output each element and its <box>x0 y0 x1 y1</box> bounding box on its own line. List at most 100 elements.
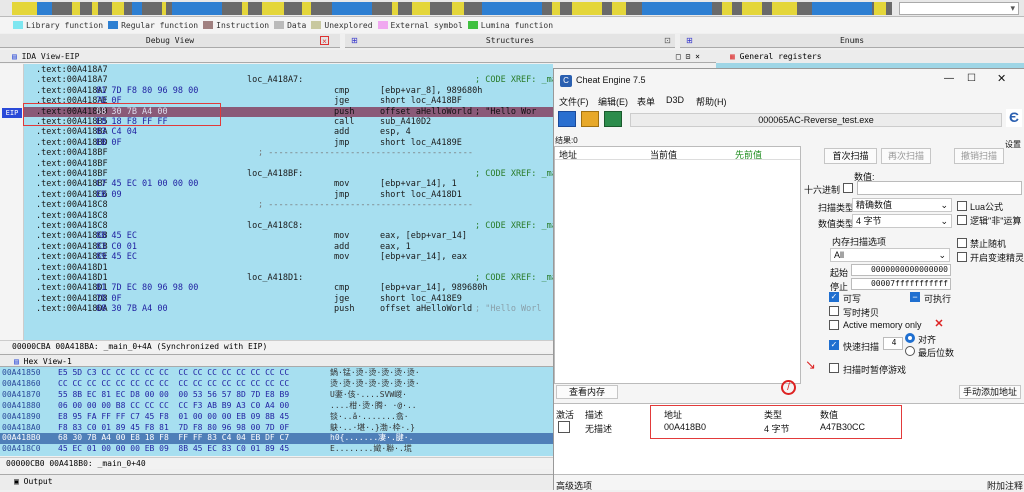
hex-dump[interactable]: 00A41850 E5 5D C3 CC CC CC CC CC CC CC CC… <box>0 367 553 456</box>
executable-checkbox[interactable]: − <box>910 292 920 302</box>
arrow-icon: ↘ <box>805 357 816 372</box>
asm-row[interactable]: .text:00A418C6 EB 09 jmp short loc_A418D1 <box>0 190 553 200</box>
tab-debug-view[interactable]: Debug View × <box>0 34 340 48</box>
asm-row[interactable]: .text:00A418BF <box>0 159 553 169</box>
asm-row[interactable]: .text:00A418BF ; ------------------------… <box>0 148 553 158</box>
hex-row[interactable]: 00A41890 E8 95 FA FF FF C7 45 F8 01 00 00… <box>0 412 553 423</box>
menu-edit[interactable]: 编辑(E) <box>598 95 628 108</box>
hex-row[interactable]: 00A418A0 F8 83 C0 01 89 45 F8 81 7D F8 80… <box>0 423 553 434</box>
select-process-icon[interactable] <box>558 111 576 127</box>
asm-row[interactable]: .text:00A418C8 loc_A418C8: ; CODE XREF: _m… <box>0 221 553 231</box>
value-input[interactable] <box>857 181 1022 195</box>
close-icon[interactable]: ⊡ <box>663 36 672 45</box>
tab-structures[interactable]: ⊞ Structures ⊡ <box>345 34 675 48</box>
asm-row[interactable]: .text:00A418D8 7D 0F jge short loc_A418E9 <box>0 294 553 304</box>
menu-table[interactable]: 表单 <box>637 95 655 108</box>
hex-row[interactable]: 00A418C0 45 EC 01 00 00 00 EB 09 8B 45 EC… <box>0 444 553 455</box>
asm-row[interactable]: .text:00A418A7 loc_A418A7: ; CODE XREF: _m… <box>0 75 553 85</box>
undo-scan-button[interactable]: 撤销扫描 <box>954 148 1004 164</box>
cheat-engine-logo-icon[interactable]: Є <box>1006 109 1022 127</box>
last-digits-radio[interactable] <box>905 346 915 356</box>
close-icon[interactable]: × <box>320 36 329 46</box>
fast-scan-input[interactable]: 4 <box>883 337 903 350</box>
writable-checkbox[interactable]: ✓ <box>829 292 839 302</box>
active-memory-checkbox[interactable] <box>829 320 839 330</box>
close-button[interactable]: ✕ <box>997 72 1006 85</box>
hex-row[interactable]: 00A418B0 68 30 7B A4 00 E8 18 F8 FF FF 83… <box>0 433 553 445</box>
asm-row[interactable]: .text:00A418DA 68 30 7B A4 00 push offset a… <box>0 304 553 314</box>
hex-row[interactable]: 00A41870 55 8B EC 81 EC D8 00 00 00 53 56… <box>0 390 553 401</box>
speedhack-checkbox[interactable] <box>957 252 967 262</box>
copy-on-write-checkbox[interactable] <box>829 306 839 316</box>
asm-operands: [ebp+var_14], 989680h <box>380 283 488 294</box>
advanced-options[interactable]: 高级选项 <box>556 479 592 492</box>
col-description[interactable]: 描述 <box>585 408 603 421</box>
not-operator-checkbox[interactable] <box>957 215 967 225</box>
results-list[interactable]: 地址 当前值 先前值 <box>554 146 801 384</box>
output-title[interactable]: ▣ Output <box>0 474 553 490</box>
asm-row[interactable]: .text:00A418BD EB 0F jmp short loc_A4189E <box>0 138 553 148</box>
asm-operands: offset aHelloWorld <box>380 304 473 315</box>
hex-row[interactable]: 00A41880 06 00 00 00 B8 CC CC CC CC F3 AB… <box>0 401 553 412</box>
stop-icon[interactable]: / <box>781 380 796 395</box>
row-active-checkbox[interactable] <box>558 421 570 433</box>
asm-row[interactable]: .text:00A418BF loc_A418BF: ; CODE XREF: _m… <box>0 169 553 179</box>
navigation-strip[interactable] <box>12 2 892 15</box>
nav-segment <box>12 2 37 15</box>
asm-row[interactable]: .text:00A418C8 ; ------------------------… <box>0 200 553 210</box>
window-controls-icon[interactable]: □ ⊡ × <box>676 50 700 63</box>
asm-row[interactable]: .text:00A418D1 81 7D EC 80 96 98 00 cmp [eb… <box>0 283 553 293</box>
lua-formula-checkbox[interactable] <box>957 201 967 211</box>
asm-row[interactable]: .text:00A418D1 loc_A418D1: ; CODE XREF: _m… <box>0 273 553 283</box>
col-active[interactable]: 激活 <box>556 408 574 421</box>
navigation-dropdown[interactable]: ▾ <box>899 2 1019 15</box>
settings-label[interactable]: 设置 <box>1005 139 1021 150</box>
nav-segment <box>452 2 464 15</box>
minimize-button[interactable]: — <box>944 73 954 84</box>
row-description[interactable]: 无描述 <box>585 422 612 435</box>
menu-help[interactable]: 帮助(H) <box>696 95 727 108</box>
view-memory-button[interactable]: 查看内存 <box>556 385 618 399</box>
disable-random-checkbox[interactable] <box>957 238 967 248</box>
tab-enums[interactable]: ⊞ Enums <box>680 34 1024 48</box>
asm-row[interactable]: .text:00A418CE 89 45 EC mov [ebp+var_14], e… <box>0 252 553 262</box>
asm-row[interactable]: .text:00A418A7 81 7D F8 80 96 98 00 cmp [eb… <box>0 86 553 96</box>
asm-row[interactable]: .text:00A418A7 <box>0 65 553 75</box>
pause-scan-checkbox[interactable] <box>829 363 839 373</box>
eip-marker: EIP <box>2 108 22 118</box>
menu-file[interactable]: 文件(F) <box>559 95 589 108</box>
asm-row[interactable]: .text:00A418C8 8B 45 EC mov eax, [ebp+var_1… <box>0 231 553 241</box>
asm-row[interactable]: .text:00A418C8 <box>0 211 553 221</box>
table-extras[interactable]: 附加注释 <box>987 479 1023 492</box>
hex-row[interactable]: 00A41860 CC CC CC CC CC CC CC CC CC CC CC… <box>0 379 553 390</box>
memory-region-select[interactable]: All ⌄ <box>830 248 950 262</box>
asm-mnemonic: mov <box>334 252 350 263</box>
value-type-select[interactable]: 4 字节 ⌄ <box>852 214 952 228</box>
asm-mnemonic: add <box>334 241 350 252</box>
asm-label: loc_A418D1: <box>247 273 304 283</box>
menu-d3d[interactable]: D3D <box>666 95 684 105</box>
maximize-button[interactable]: ☐ <box>967 73 976 84</box>
fast-scan-checkbox[interactable]: ✓ <box>829 340 839 350</box>
close-icon[interactable]: ✕ <box>933 318 945 330</box>
asm-row[interactable]: .text:00A418BA 83 C4 04 add esp, 4 <box>0 127 553 137</box>
asm-row[interactable]: .text:00A418CB 83 C0 01 add eax, 1 <box>0 242 553 252</box>
hex-row[interactable]: 00A41850 E5 5D C3 CC CC CC CC CC CC CC CC… <box>0 368 553 379</box>
legend-swatch <box>108 21 119 29</box>
asm-row[interactable]: .text:00A418BF C7 45 EC 01 00 00 00 mov [eb… <box>0 179 553 189</box>
add-address-button[interactable]: 手动添加地址 <box>959 385 1021 399</box>
save-icon[interactable] <box>604 111 622 127</box>
scan-type-select[interactable]: 精确数值 ⌄ <box>852 198 952 212</box>
next-scan-button[interactable]: 再次扫描 <box>881 148 931 164</box>
hex-ascii: 烫·烫·烫·烫·烫·烫·烫· <box>330 378 420 388</box>
start-address-input[interactable]: 0000000000000000 <box>851 264 951 276</box>
hex-checkbox[interactable] <box>843 183 853 193</box>
stop-address-input[interactable]: 00007fffffffffff <box>851 278 951 290</box>
output-title-text: Output <box>23 477 53 486</box>
align-radio[interactable] <box>905 333 915 343</box>
asm-row[interactable]: .text:00A418D1 <box>0 263 553 273</box>
first-scan-button[interactable]: 首次扫描 <box>824 148 877 164</box>
nav-segment <box>722 2 732 15</box>
address-table[interactable]: 激活 描述 地址 类型 数值 无描述 00A418B0 4 字节 A47B30C… <box>554 403 1024 475</box>
open-file-icon[interactable] <box>581 111 599 127</box>
